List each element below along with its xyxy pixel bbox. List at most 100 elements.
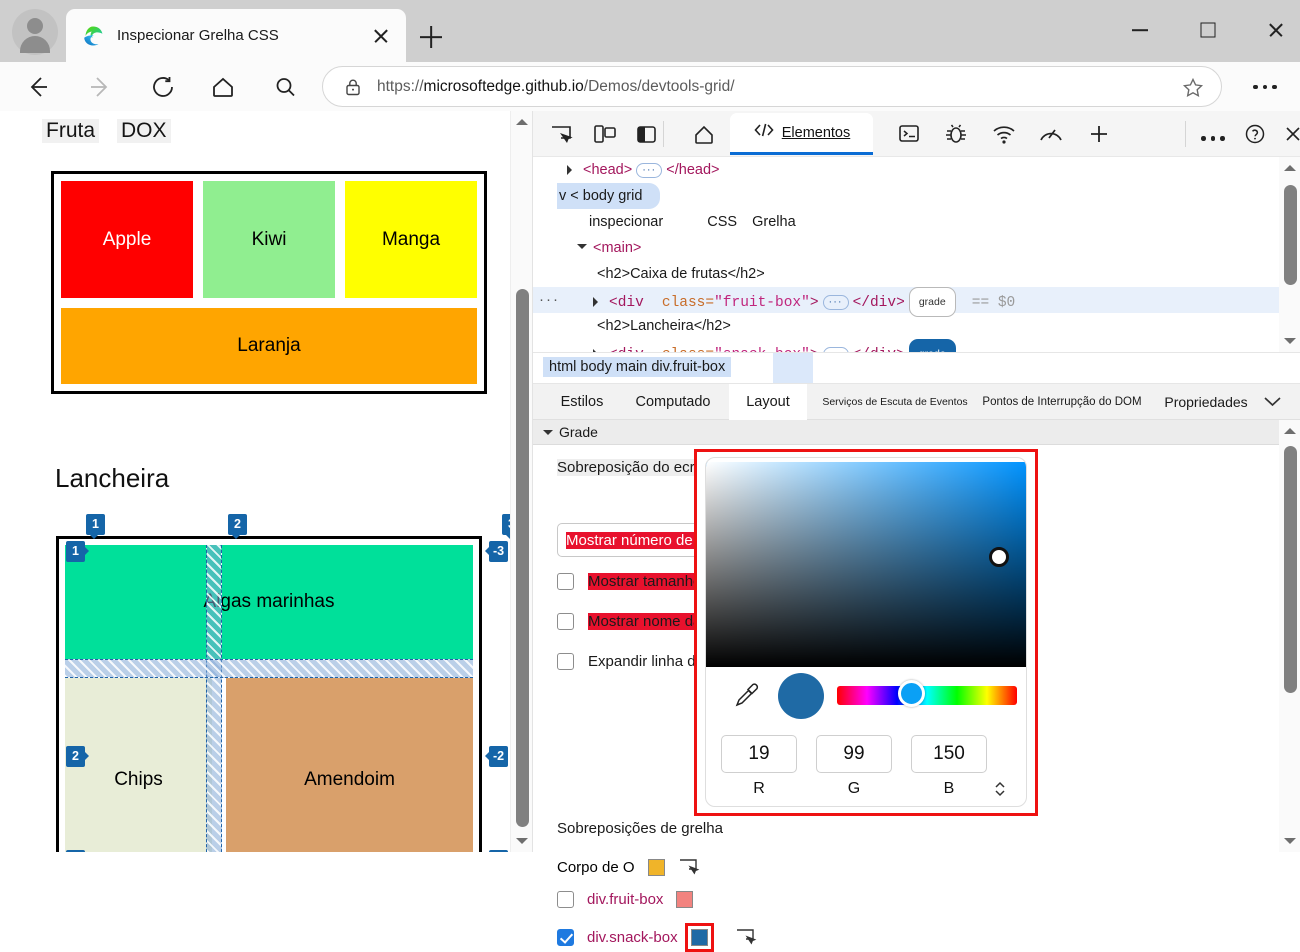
- color-picker-popup[interactable]: 19 99 150 R G B: [694, 449, 1038, 816]
- overlay-row-fruit-box[interactable]: div.fruit-box: [557, 891, 694, 908]
- scrollbar-thumb[interactable]: [516, 289, 529, 827]
- avatar[interactable]: [12, 9, 58, 55]
- dom-fruitbox-value: "fruit-box": [714, 294, 810, 311]
- network-icon[interactable]: [988, 119, 1020, 149]
- expand-triangle-icon[interactable]: [593, 297, 603, 307]
- checkbox-extend-lines[interactable]: [557, 653, 574, 670]
- device-emulation-icon[interactable]: [588, 119, 620, 149]
- dom-row-snack-box[interactable]: <div class="snack-box"> ··· </div> grade: [533, 339, 1300, 352]
- overlay-fruit-box-swatch[interactable]: [676, 891, 694, 908]
- browser-toolbar: https://microsoftedge.github.io/Demos/de…: [0, 62, 1300, 111]
- close-icon[interactable]: [366, 21, 396, 51]
- snack-cell-amendoim: Amendoim: [226, 678, 473, 852]
- scroll-down-arrow[interactable]: [1279, 830, 1300, 852]
- browser-tab[interactable]: Inspecionar Grelha CSS: [66, 9, 406, 62]
- hue-slider-thumb[interactable]: [898, 680, 925, 707]
- checkbox-track-size[interactable]: [557, 573, 574, 590]
- scroll-up-arrow[interactable]: [511, 111, 533, 133]
- more-horizontal-icon[interactable]: [1245, 76, 1285, 98]
- page-tab-fruta[interactable]: Fruta: [42, 119, 100, 143]
- lock-icon: [343, 77, 363, 97]
- grade-badge-active[interactable]: grade: [908, 339, 956, 352]
- red-input[interactable]: 19: [721, 735, 797, 773]
- page-tab-dox[interactable]: DOX: [117, 119, 171, 143]
- overlay-row-body[interactable]: Corpo de O: [557, 857, 701, 877]
- eyedropper-icon[interactable]: [731, 680, 761, 708]
- debug-icon[interactable]: [940, 119, 972, 149]
- tab-event-listeners[interactable]: Serviços de Escuta de Eventos: [815, 384, 975, 420]
- expand-ellipsis-button[interactable]: ···: [822, 294, 849, 310]
- more-tools-icon[interactable]: [1197, 119, 1229, 149]
- maximize-button[interactable]: [1186, 10, 1230, 50]
- breadcrumb[interactable]: html body main div.fruit-box: [533, 352, 1300, 384]
- toolbar-divider-2: [1185, 121, 1186, 147]
- tab-estilos[interactable]: Estilos: [547, 384, 617, 420]
- home-icon[interactable]: [202, 66, 244, 108]
- grade-section-header[interactable]: Grade: [533, 420, 1300, 445]
- overlay-body-swatch[interactable]: [647, 858, 665, 876]
- help-icon[interactable]: [1239, 119, 1271, 149]
- tab-layout[interactable]: Layout: [729, 384, 807, 420]
- tab-computado[interactable]: Computado: [625, 384, 721, 420]
- caret-down-icon[interactable]: [543, 429, 553, 440]
- snack-cell-chips: Chips: [65, 678, 212, 852]
- color-cursor-handle[interactable]: [989, 547, 1009, 567]
- checkbox-area-name[interactable]: [557, 613, 574, 630]
- scroll-down-arrow[interactable]: [1279, 330, 1300, 352]
- home-icon[interactable]: [688, 119, 720, 149]
- overlay-row-snack-box[interactable]: div.snack-box: [557, 922, 758, 952]
- hue-slider[interactable]: [837, 686, 1017, 705]
- page-scrollbar[interactable]: [510, 111, 532, 852]
- snack-box-grid: Algas marinhas Chips Amendoim: [65, 545, 473, 852]
- breadcrumb-path[interactable]: html body main div.fruit-box: [543, 357, 732, 377]
- tab-title: Inspecionar Grelha CSS: [117, 27, 279, 44]
- address-bar[interactable]: https://microsoftedge.github.io/Demos/de…: [322, 66, 1222, 107]
- dom-css-label: CSS: [707, 214, 738, 230]
- inspect-element-icon[interactable]: [545, 119, 577, 149]
- scrollbar-thumb[interactable]: [1284, 446, 1297, 693]
- dom-grelha-label: Grelha: [752, 214, 796, 230]
- performance-icon[interactable]: [1035, 119, 1067, 149]
- dom-row-main[interactable]: <main>: [533, 235, 1300, 261]
- star-icon[interactable]: [1181, 76, 1205, 100]
- close-window-button[interactable]: [1254, 10, 1298, 50]
- updown-chevrons-icon[interactable]: [991, 778, 1009, 800]
- tab-elementos[interactable]: Elementos: [730, 113, 873, 155]
- saturation-value-area[interactable]: [706, 462, 1026, 667]
- dock-side-icon[interactable]: [630, 119, 662, 149]
- green-input[interactable]: 99: [816, 735, 892, 773]
- checkbox-overlay-fruit-box[interactable]: [557, 891, 574, 908]
- back-arrow-icon[interactable]: [16, 66, 58, 108]
- dom-row-fruit-box[interactable]: ··· <div class="fruit-box"> ··· </div> g…: [533, 287, 1300, 317]
- row-more-icon[interactable]: ···: [539, 287, 560, 313]
- close-devtools-icon[interactable]: [1277, 119, 1300, 149]
- add-tool-icon[interactable]: [1083, 119, 1115, 149]
- reload-icon[interactable]: [142, 66, 184, 108]
- dom-row-head[interactable]: <head> ··· </head>: [533, 157, 1300, 183]
- scrollbar-thumb[interactable]: [1284, 185, 1297, 285]
- checkbox-overlay-snack-box[interactable]: [557, 928, 574, 946]
- element-picker-icon[interactable]: [735, 927, 758, 947]
- new-tab-button[interactable]: [414, 20, 448, 54]
- scroll-up-arrow[interactable]: [1279, 157, 1300, 179]
- search-icon[interactable]: [264, 66, 306, 108]
- overlay-snack-box-swatch[interactable]: [684, 922, 714, 952]
- expand-triangle-icon[interactable]: [567, 165, 577, 176]
- tab-propriedades[interactable]: Propriedades: [1151, 384, 1261, 420]
- element-picker-icon[interactable]: [678, 857, 701, 877]
- color-preview-swatch: [778, 673, 824, 719]
- console-icon[interactable]: [893, 119, 925, 149]
- chevron-down-icon[interactable]: [1264, 394, 1281, 407]
- dom-row-body[interactable]: v < body grid: [533, 183, 1300, 209]
- expand-ellipsis-button[interactable]: ···: [636, 162, 663, 178]
- layout-panel-scrollbar[interactable]: [1279, 420, 1300, 852]
- tab-dom-breakpoints[interactable]: Pontos de Interrupção do DOM: [977, 384, 1147, 420]
- minimize-button[interactable]: [1118, 10, 1162, 50]
- dom-tree-scrollbar[interactable]: [1279, 157, 1300, 352]
- dom-h2-fruta-text: <h2>Caixa de frutas</h2>: [597, 266, 765, 282]
- blue-input[interactable]: 150: [911, 735, 987, 773]
- scroll-down-arrow[interactable]: [511, 830, 533, 852]
- collapse-triangle-icon[interactable]: [577, 244, 587, 254]
- dom-tree[interactable]: <head> ··· </head> v < body grid inspeci…: [533, 157, 1300, 352]
- scroll-up-arrow[interactable]: [1279, 420, 1300, 442]
